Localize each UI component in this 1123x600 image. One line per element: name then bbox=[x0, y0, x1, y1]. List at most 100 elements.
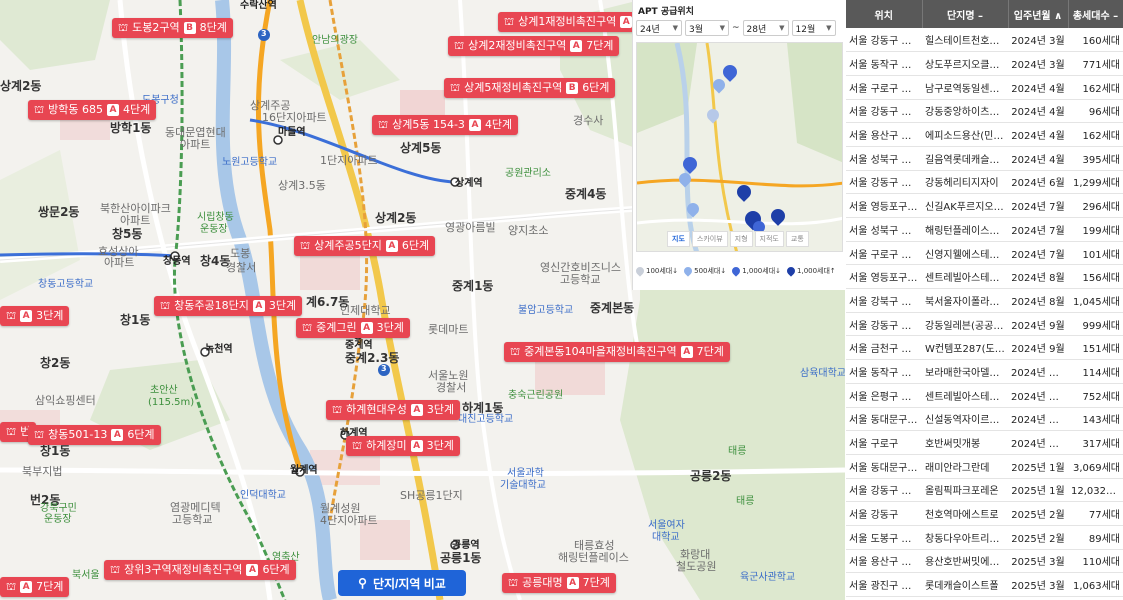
compare-button-label: 단지/지역 비교 bbox=[372, 576, 446, 591]
cell-households: 162세대 bbox=[1068, 122, 1123, 147]
redevelopment-badge[interactable]: ⛫ 도봉2구역 B 8단계 bbox=[112, 18, 233, 38]
table-row[interactable]: 서울 구로구 개… 신영지웰에스테이… 2024년 7월 101세대 bbox=[846, 241, 1123, 266]
badge-name: 창동501-13 bbox=[48, 428, 108, 441]
map-place-label: 공릉2동 bbox=[690, 469, 732, 483]
redevelopment-badge[interactable]: ⛫ 장위3구역재정비촉진구역 A 6단계 bbox=[104, 560, 296, 580]
cell-households: 110세대 bbox=[1068, 549, 1123, 574]
table-row[interactable]: 서울 성북구 안… 해링턴플레이스안암 2024년 7월 199세대 bbox=[846, 217, 1123, 242]
redevelopment-badge[interactable]: ⛫ 방학동 685 A 4단계 bbox=[28, 100, 157, 120]
cell-households: 199세대 bbox=[1068, 217, 1123, 242]
table-row[interactable]: 서울 동대문구 … 신설동역자이르네(… 2024년 11월 143세대 bbox=[846, 407, 1123, 432]
redevelopment-badge[interactable]: ⛫ 하계장미 A 3단계 bbox=[346, 436, 460, 456]
year-to-select[interactable]: 28년 ▼ bbox=[742, 20, 789, 36]
table-row[interactable]: 서울 동작구 상… 상도푸르지오클라… 2024년 3월 771세대 bbox=[846, 51, 1123, 76]
table-row[interactable]: 서울 강동구 둔… 올림픽파크포레온 2025년 1월 12,032세대 bbox=[846, 478, 1123, 503]
badge-name: 상계2재정비촉진구역 bbox=[468, 39, 567, 52]
redevelopment-badge[interactable]: ⛫ 상계1재정비촉진구역 A bbox=[498, 12, 639, 32]
supply-location-panel: APT 공급위치 24년 ▼ 3월 ▼ ~ 28년 ▼ 12월 ▼ 지도 스카이뷰 지형 지적… bbox=[632, 0, 845, 290]
month-from-select[interactable]: 3월 ▼ bbox=[685, 20, 729, 36]
cell-location: 서울 동작구 상… bbox=[846, 51, 922, 76]
cell-location: 서울 강동구 성… bbox=[846, 28, 922, 53]
badge-stage: 7단계 bbox=[696, 345, 724, 358]
badge-stage: 3단계 bbox=[268, 299, 297, 312]
map-place-label: 경찰서 bbox=[436, 381, 467, 394]
table-row[interactable]: 서울 강북구 미… 북서울자이폴라리스 2024년 8월 1,045세대 bbox=[846, 288, 1123, 313]
tab-map-type[interactable]: 스카이뷰 bbox=[691, 231, 728, 247]
badge-name: 공릉대명 bbox=[522, 576, 563, 589]
map-place-label: 시립창동 bbox=[197, 212, 234, 223]
table-row[interactable]: 서울 영등포구 … 신길AK푸르지오(… 2024년 7월 296세대 bbox=[846, 193, 1123, 218]
table-row[interactable]: 서울 강동구 천호역마에스트로 2025년 2월 77세대 bbox=[846, 501, 1123, 526]
map-place-label: 영광아름빌 bbox=[445, 221, 496, 234]
cell-complex-name: 센트레빌아스테리… bbox=[922, 383, 1008, 408]
tab-map-type[interactable]: 지도 bbox=[667, 231, 690, 247]
table-row[interactable]: 서울 동작구 신… 보라매한국아델리… 2024년 10월 114세대 bbox=[846, 359, 1123, 384]
column-header[interactable]: 입주년월 ∧ bbox=[1008, 0, 1069, 28]
tab-map-type[interactable]: 지적도 bbox=[754, 231, 784, 247]
map-place-label: (115.5m) bbox=[148, 397, 195, 408]
table-row[interactable]: 서울 용산구 한… 에피소드용산(민간… 2024년 4월 162세대 bbox=[846, 122, 1123, 147]
map-place-label: 아파트 bbox=[120, 214, 151, 227]
table-row[interactable]: 서울 성북구 장…장위자이레디언트2025년 3월2,840세대 bbox=[846, 596, 1123, 600]
map-place-label: 공원관리소 bbox=[505, 168, 551, 179]
table-row[interactable]: 서울 성북구 길… 길음역롯데캐슬트… 2024년 4월 395세대 bbox=[846, 146, 1123, 171]
badge-stage: 3단계 bbox=[376, 321, 404, 334]
table-row[interactable]: 서울 영등포구 … 센트레빌아스테리… 2024년 8월 156세대 bbox=[846, 264, 1123, 290]
tab-map-type[interactable]: 교통 bbox=[785, 231, 809, 247]
tab-map-type[interactable]: 지형 bbox=[729, 231, 753, 247]
redevelopment-badge[interactable]: ⛫ 창동501-13 A 6단계 bbox=[28, 425, 161, 445]
table-row[interactable]: 서울 강동구 천… 강동일레븐(공공S… 2024년 9월 999세대 bbox=[846, 312, 1123, 337]
map-pin-icon bbox=[682, 265, 694, 277]
table-row[interactable]: 서울 광진구 자… 롯데캐슬이스트폴 2025년 3월 1,063세대 bbox=[846, 572, 1123, 597]
cell-location: 서울 영등포구 … bbox=[846, 264, 922, 290]
table-row[interactable]: 서울 강동구 성… 힐스테이트천호역… 2024년 3월 160세대 bbox=[846, 28, 1123, 53]
table-row[interactable]: 서울 도봉구 창동 창동다우아트리체(… 2025년 2월 89세대 bbox=[846, 525, 1123, 550]
crane-icon: ⛫ bbox=[450, 81, 461, 94]
map-place-label: 삼익쇼핑센터 bbox=[35, 394, 96, 407]
redevelopment-badge[interactable]: ⛫ A 7단계 bbox=[0, 577, 70, 597]
cell-move-in: 2024년 3월 bbox=[1008, 28, 1068, 53]
panel-title: APT 공급위치 bbox=[638, 7, 694, 17]
table-row[interactable]: 서울 용산구 한… 용산호반써밋에이… 2025년 3월 110세대 bbox=[846, 549, 1123, 574]
month-to-select[interactable]: 12월 ▼ bbox=[791, 20, 836, 36]
redevelopment-badge[interactable]: ⛫ 상계5동 154-3 A 4단계 bbox=[372, 115, 519, 135]
table-row[interactable]: 서울 은평구 역… 센트레빌아스테리… 2024년 11월 752세대 bbox=[846, 383, 1123, 408]
map-place-label: 안남의광장 bbox=[312, 35, 358, 46]
redevelopment-badge[interactable]: ⛫ 창동주공18단지 A 3단계 bbox=[154, 296, 303, 316]
table-row[interactable]: 서울 금천구 시… W컨템포287(도시… 2024년 9월 151세대 bbox=[846, 335, 1123, 361]
redevelopment-badge[interactable]: ⛫ 상계5재정비촉진구역 B 6단계 bbox=[444, 78, 616, 98]
redevelopment-badge[interactable]: ⛫ A 3단계 bbox=[0, 306, 70, 326]
map-place-label: 도봉 bbox=[230, 247, 251, 260]
compare-button[interactable]: ⚲ 단지/지역 비교 bbox=[338, 570, 466, 596]
redevelopment-badge[interactable]: ⛫ 하계현대우성 A 3단계 bbox=[326, 400, 461, 420]
cell-location: 서울 강북구 미… bbox=[846, 288, 922, 313]
badge-name: 도봉2구역 bbox=[132, 21, 180, 34]
redevelopment-badge[interactable]: ⛫ 상계주공5단지 A 6단계 bbox=[294, 236, 436, 256]
cell-location: 서울 광진구 자… bbox=[846, 572, 922, 597]
map-pin-icon bbox=[785, 265, 797, 277]
redevelopment-badge[interactable]: ⛫ 중계본동104마을재정비촉진구역 A 7단계 bbox=[504, 342, 730, 362]
table-row[interactable]: 서울 구로구 가… 남구로역동일센타… 2024년 4월 162세대 bbox=[846, 75, 1123, 100]
column-header[interactable]: 총세대수 – bbox=[1068, 0, 1123, 28]
cell-move-in: 2024년 10월 bbox=[1008, 359, 1068, 384]
table-row[interactable]: 서울 강동구 길동 강동헤리티지자이 2024년 6월 1,299세대 bbox=[846, 170, 1123, 195]
cell-complex-name: 신길AK푸르지오(… bbox=[922, 193, 1008, 218]
column-header[interactable]: 단지명 – bbox=[922, 0, 1009, 28]
redevelopment-badge[interactable]: ⛫ 상계2재정비촉진구역 A 7단계 bbox=[448, 36, 620, 56]
map-place-label: 경찰서 bbox=[226, 261, 257, 274]
badge-grade: B bbox=[566, 82, 579, 94]
redevelopment-badge[interactable]: ⛫ 중계그린 A 3단계 bbox=[296, 318, 410, 338]
table-row[interactable]: 서울 강동구 길동 강동중앙하이츠시… 2024년 4월 96세대 bbox=[846, 99, 1123, 124]
map-place-label: 태릉 bbox=[728, 446, 747, 457]
year-from-select[interactable]: 24년 ▼ bbox=[636, 20, 682, 36]
badge-name: 장위3구역재정비촉진구역 bbox=[124, 563, 243, 576]
table-row[interactable]: 서울 동대문구 … 래미안라그란데 2025년 1월 3,069세대 bbox=[846, 454, 1123, 479]
table-row[interactable]: 서울 구로구 호반써밋개봉 2024년 12월 317세대 bbox=[846, 430, 1123, 455]
redevelopment-badge[interactable]: ⛫ 공릉대명 A 7단계 bbox=[502, 573, 616, 593]
supply-mini-map[interactable]: 지도 스카이뷰 지형 지적도 교통 bbox=[636, 42, 843, 252]
column-header[interactable]: 위치 bbox=[846, 0, 923, 28]
cell-households: 156세대 bbox=[1068, 264, 1123, 290]
cell-complex-name: 신영지웰에스테이… bbox=[922, 241, 1008, 266]
badge-grade: A bbox=[111, 429, 124, 441]
map-place-label: 상계2동 bbox=[0, 79, 42, 93]
